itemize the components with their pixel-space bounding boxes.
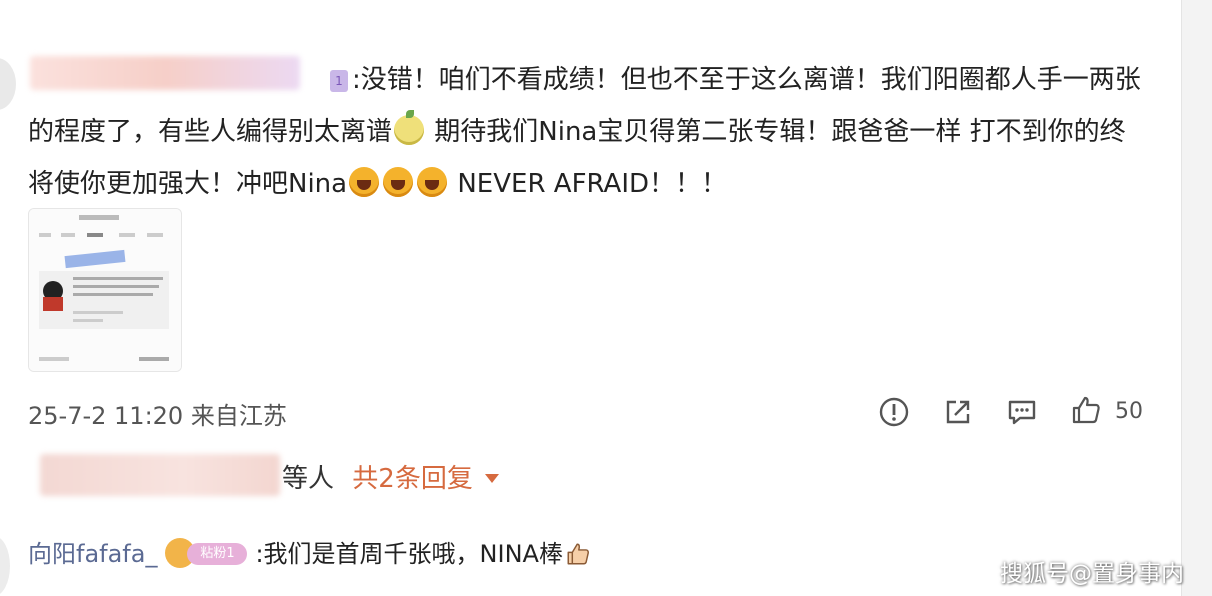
laugh-icon xyxy=(383,167,414,197)
avatar[interactable] xyxy=(0,58,16,110)
sub-comment-text: :我们是首周千张哦，NINA棒 xyxy=(255,540,563,568)
reply-summary[interactable]: 等人 共2条回复 xyxy=(282,458,499,495)
watermark: 搜狐号@置身事内 xyxy=(1000,561,1184,587)
comment-body: 1:没错！咱们不看成绩！但也不至于这么离谱！我们阳圈都人手一两张的程度了，有些人… xyxy=(28,54,1148,210)
reply-users-redacted xyxy=(40,454,280,496)
report-icon[interactable] xyxy=(878,396,910,428)
level-badge: 1 xyxy=(330,70,348,92)
comment-icon[interactable] xyxy=(1006,396,1038,428)
comment-text-part-3: NEVER AFRAID！！！ xyxy=(457,169,728,199)
melon-icon xyxy=(394,110,425,145)
sub-comment-username[interactable]: 向阳fafafa_ xyxy=(28,540,157,568)
chevron-down-icon[interactable] xyxy=(484,474,499,483)
sub-avatar[interactable] xyxy=(0,536,10,596)
fan-badge: 粘粉1 xyxy=(165,538,251,568)
share-icon[interactable] xyxy=(942,396,974,428)
fan-badge-label: 粘粉1 xyxy=(187,543,248,565)
attached-image-thumbnail[interactable] xyxy=(28,208,182,372)
thumbs-up-icon xyxy=(567,543,589,565)
laugh-icon xyxy=(417,167,448,197)
comment-timestamp: 25-7-2 11:20 来自江苏 xyxy=(28,402,287,430)
laugh-icon xyxy=(349,167,380,197)
reply-users-suffix: 等人 xyxy=(282,464,335,494)
sub-comment: 向阳fafafa_ 粘粉1 :我们是首周千张哦，NINA棒 xyxy=(28,534,591,569)
reply-count-link[interactable]: 共2条回复 xyxy=(352,464,473,494)
scrollbar[interactable] xyxy=(1181,0,1212,596)
like-count: 50 xyxy=(1115,399,1143,424)
like-icon[interactable] xyxy=(1070,394,1102,426)
